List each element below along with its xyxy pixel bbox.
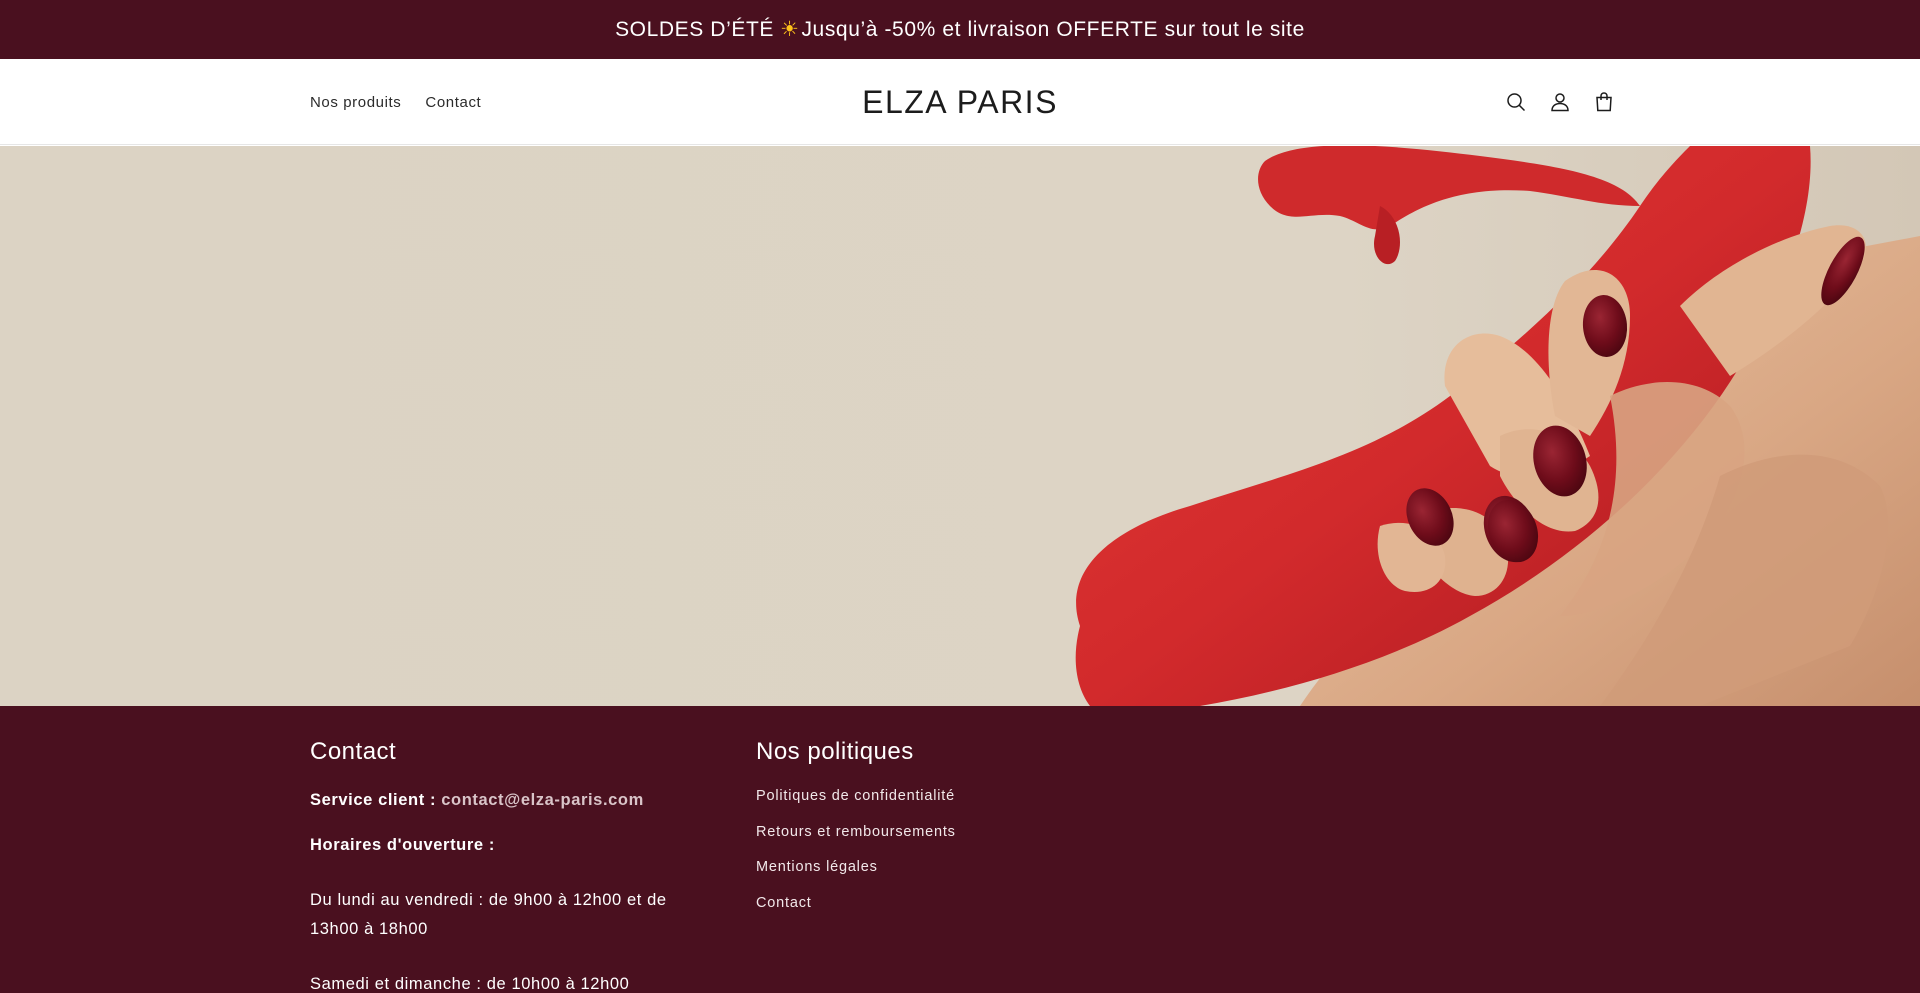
nav-link-products[interactable]: Nos produits (310, 94, 401, 111)
logo-container: ELZA PARIS (0, 59, 1920, 145)
account-icon (1551, 93, 1569, 112)
announcement-text-end: Jusqu’à -50% et livraison OFFERTE sur to… (801, 17, 1305, 41)
weekday-hours: Du lundi au vendredi : de 9h00 à 12h00 e… (310, 891, 667, 938)
policy-links: Politiques de confidentialité Retours et… (756, 786, 1156, 928)
nav-link-contact[interactable]: Contact (425, 94, 481, 111)
announcement-text-start: SOLDES D’ÉTÉ (615, 17, 774, 41)
announcement-bar: SOLDES D’ÉTÉ ☀ Jusqu’à -50% et livraison… (0, 0, 1920, 59)
hero-image (0, 146, 1920, 706)
policy-link-returns[interactable]: Retours et remboursements (756, 822, 1156, 858)
cart-button[interactable] (1582, 80, 1626, 124)
site-footer: Contact Service client : contact@elza-pa… (0, 706, 1920, 993)
footer-policies-heading: Nos politiques (756, 738, 914, 765)
customer-service-email[interactable]: contact@elza-paris.com (441, 791, 644, 809)
site-header: Nos produits Contact ELZA PARIS (0, 59, 1920, 145)
search-button[interactable] (1494, 80, 1538, 124)
footer-contact-heading: Contact (310, 738, 397, 765)
footer-policies-column: Nos politiques Politiques de confidentia… (756, 738, 1156, 928)
policy-link-privacy[interactable]: Politiques de confidentialité (756, 786, 1156, 822)
site-logo[interactable]: ELZA PARIS (862, 84, 1058, 121)
main-nav: Nos produits Contact (310, 59, 505, 145)
account-button[interactable] (1538, 80, 1582, 124)
customer-service-label: Service client : (310, 791, 442, 809)
policy-link-legal[interactable]: Mentions légales (756, 857, 1156, 893)
footer-contact-column: Contact Service client : contact@elza-pa… (310, 738, 710, 993)
header-icons (1494, 59, 1626, 145)
hero-banner (0, 146, 1920, 706)
customer-service-line: Service client : contact@elza-paris.com (310, 786, 710, 815)
search-icon (1507, 93, 1526, 112)
policy-link-contact[interactable]: Contact (756, 893, 1156, 929)
weekend-hours: Samedi et dimanche : de 10h00 à 12h00 (310, 975, 630, 993)
cart-icon (1596, 92, 1612, 112)
opening-hours-label: Horaires d'ouverture : (310, 836, 495, 854)
sun-icon: ☀ (780, 18, 800, 41)
